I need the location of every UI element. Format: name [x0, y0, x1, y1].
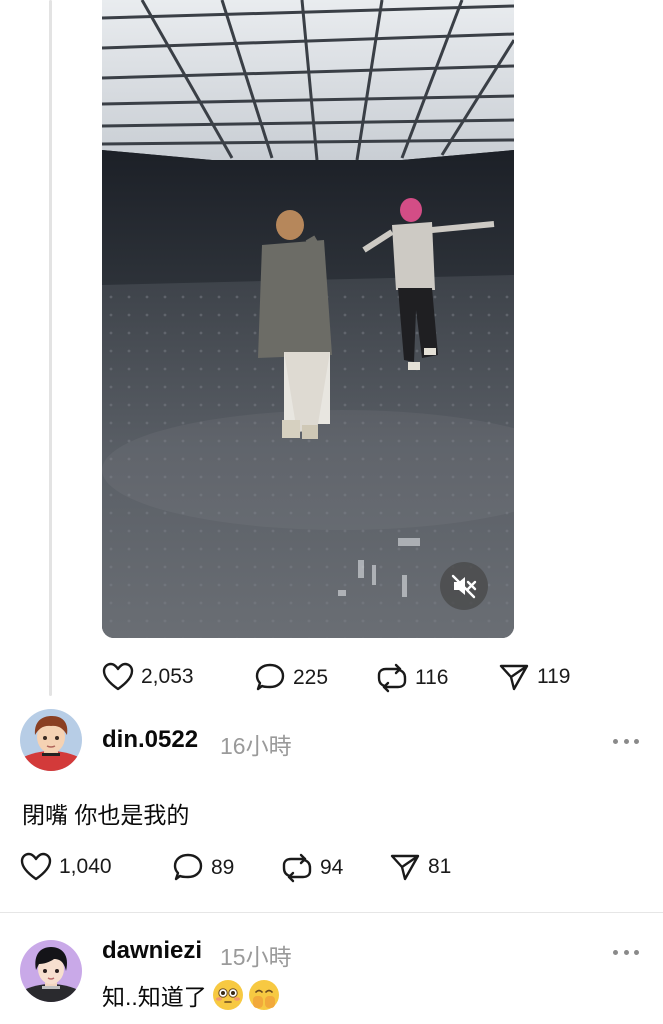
avatar[interactable] — [20, 709, 82, 771]
more-dot-icon — [634, 738, 639, 744]
face-with-hand-over-mouth-icon — [248, 980, 279, 1010]
reply-username[interactable]: dawniezi — [102, 937, 202, 965]
thread-line — [49, 0, 52, 696]
share-button[interactable]: 81 — [389, 852, 451, 882]
more-dot-icon — [613, 738, 618, 744]
speaker-muted-icon — [451, 574, 477, 599]
post-video[interactable] — [102, 0, 514, 638]
heart-icon — [102, 662, 134, 691]
reply-content: 知..知道了 — [102, 978, 279, 1012]
more-dot-icon — [613, 949, 618, 955]
reply-text: 知..知道了 — [102, 984, 207, 1010]
heart-icon — [20, 852, 52, 881]
repost-count: 116 — [415, 666, 449, 689]
share-button[interactable]: 119 — [498, 662, 570, 692]
like-button[interactable]: 1,040 — [20, 852, 112, 882]
more-options-button[interactable] — [613, 942, 639, 962]
send-icon — [390, 854, 420, 881]
reply-username[interactable]: din.0522 — [102, 726, 198, 754]
comment-count: 225 — [293, 666, 329, 689]
mute-toggle-button[interactable] — [440, 562, 488, 610]
comment-bubble-icon — [173, 853, 203, 881]
more-options-button[interactable] — [613, 731, 639, 751]
like-button[interactable]: 2,053 — [102, 662, 194, 692]
repost-count: 94 — [320, 856, 344, 879]
repost-button[interactable]: 94 — [281, 852, 343, 884]
avatar-image — [20, 709, 82, 771]
reply-timestamp: 16小時 — [220, 733, 292, 759]
send-icon — [499, 664, 529, 691]
repost-icon — [282, 853, 312, 883]
like-count: 1,040 — [59, 855, 112, 878]
avatar[interactable] — [20, 940, 82, 1002]
video-frame — [102, 0, 514, 638]
avatar-image — [20, 940, 82, 1002]
comment-button[interactable]: 225 — [254, 662, 328, 694]
like-count: 2,053 — [141, 665, 194, 688]
more-dot-icon — [634, 949, 639, 955]
comment-button[interactable]: 89 — [172, 852, 234, 884]
repost-icon — [377, 663, 407, 693]
reply-text: 閉嘴 你也是我的 — [22, 802, 190, 828]
reply-timestamp: 15小時 — [220, 944, 292, 970]
comment-bubble-icon — [255, 663, 285, 691]
flushed-face-icon — [212, 980, 243, 1010]
share-count: 119 — [537, 665, 571, 688]
divider — [0, 912, 663, 913]
more-dot-icon — [623, 949, 629, 955]
share-count: 81 — [428, 855, 452, 878]
more-dot-icon — [623, 738, 629, 744]
repost-button[interactable]: 116 — [376, 662, 448, 694]
comment-count: 89 — [211, 856, 235, 879]
